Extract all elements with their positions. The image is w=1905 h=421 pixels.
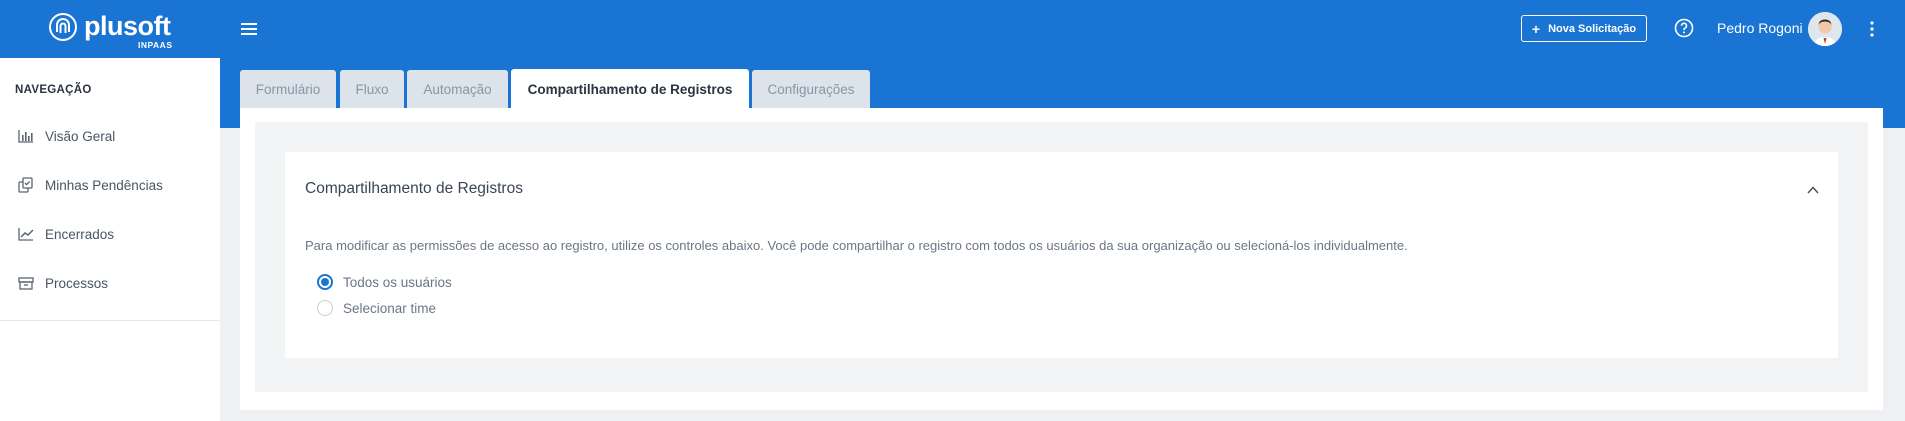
- sidebar-item-processos[interactable]: Processos: [0, 263, 220, 303]
- radio-label: Selecionar time: [343, 300, 437, 316]
- tab-compartilhamento[interactable]: Compartilhamento de Registros: [511, 69, 749, 109]
- hamburger-menu-icon[interactable]: [240, 20, 258, 38]
- sidebar-divider: [0, 320, 220, 321]
- archive-icon: [18, 277, 34, 290]
- nav-title: NAVEGAÇÃO: [15, 84, 92, 96]
- sidebar-item-label: Visão Geral: [45, 128, 116, 144]
- plusoft-logo[interactable]: plusoft INPAAS: [48, 11, 178, 51]
- radio-label: Todos os usuários: [343, 274, 452, 290]
- sidebar-item-label: Encerrados: [45, 226, 115, 242]
- tab-configuracoes[interactable]: Configurações: [752, 70, 870, 108]
- sidebar-item-minhas-pendencias[interactable]: Minhas Pendências: [0, 165, 220, 205]
- trend-chart-icon: [18, 228, 34, 241]
- sharing-card: Compartilhamento de Registros Para modif…: [285, 152, 1838, 358]
- help-icon[interactable]: [1674, 18, 1694, 38]
- new-request-label: Nova Solicitação: [1548, 22, 1637, 35]
- fingerprint-logo-icon: [49, 13, 77, 41]
- user-avatar-icon: [1808, 12, 1842, 46]
- plus-icon: +: [1531, 20, 1541, 37]
- bar-chart-icon: [18, 130, 33, 143]
- sidebar-item-encerrados[interactable]: Encerrados: [0, 214, 220, 254]
- logo-subtext: INPAAS: [138, 40, 173, 50]
- content-inner: Compartilhamento de Registros Para modif…: [255, 122, 1868, 392]
- sidebar-item-label: Minhas Pendências: [45, 177, 163, 193]
- tab-automacao[interactable]: Automação: [407, 70, 508, 108]
- tasks-icon: [18, 177, 33, 193]
- radio-select-team[interactable]: Selecionar time: [317, 298, 436, 318]
- top-header: plusoft INPAAS + Nova Solicitação Pedro …: [0, 0, 1905, 58]
- user-name[interactable]: Pedro Rogoni: [1717, 20, 1803, 36]
- sidebar-item-label: Processos: [45, 275, 109, 291]
- tab-fluxo[interactable]: Fluxo: [340, 70, 404, 108]
- avatar[interactable]: [1808, 12, 1842, 46]
- radio-all-users[interactable]: Todos os usuários: [317, 272, 452, 292]
- radio-button[interactable]: [317, 274, 333, 290]
- card-description: Para modificar as permissões de acesso a…: [305, 238, 1408, 253]
- tab-content: Compartilhamento de Registros Para modif…: [240, 108, 1883, 410]
- sidebar: NAVEGAÇÃO Visão Geral Minhas Pendências …: [0, 58, 220, 421]
- sidebar-item-visao-geral[interactable]: Visão Geral: [0, 116, 220, 156]
- more-options-icon[interactable]: [1868, 20, 1876, 38]
- tab-formulario[interactable]: Formulário: [240, 70, 336, 108]
- logo-text: plusoft: [84, 11, 171, 41]
- radio-button[interactable]: [317, 300, 333, 316]
- chevron-up-icon[interactable]: [1805, 182, 1821, 198]
- new-request-button[interactable]: + Nova Solicitação: [1521, 15, 1647, 42]
- card-title: Compartilhamento de Registros: [305, 180, 523, 197]
